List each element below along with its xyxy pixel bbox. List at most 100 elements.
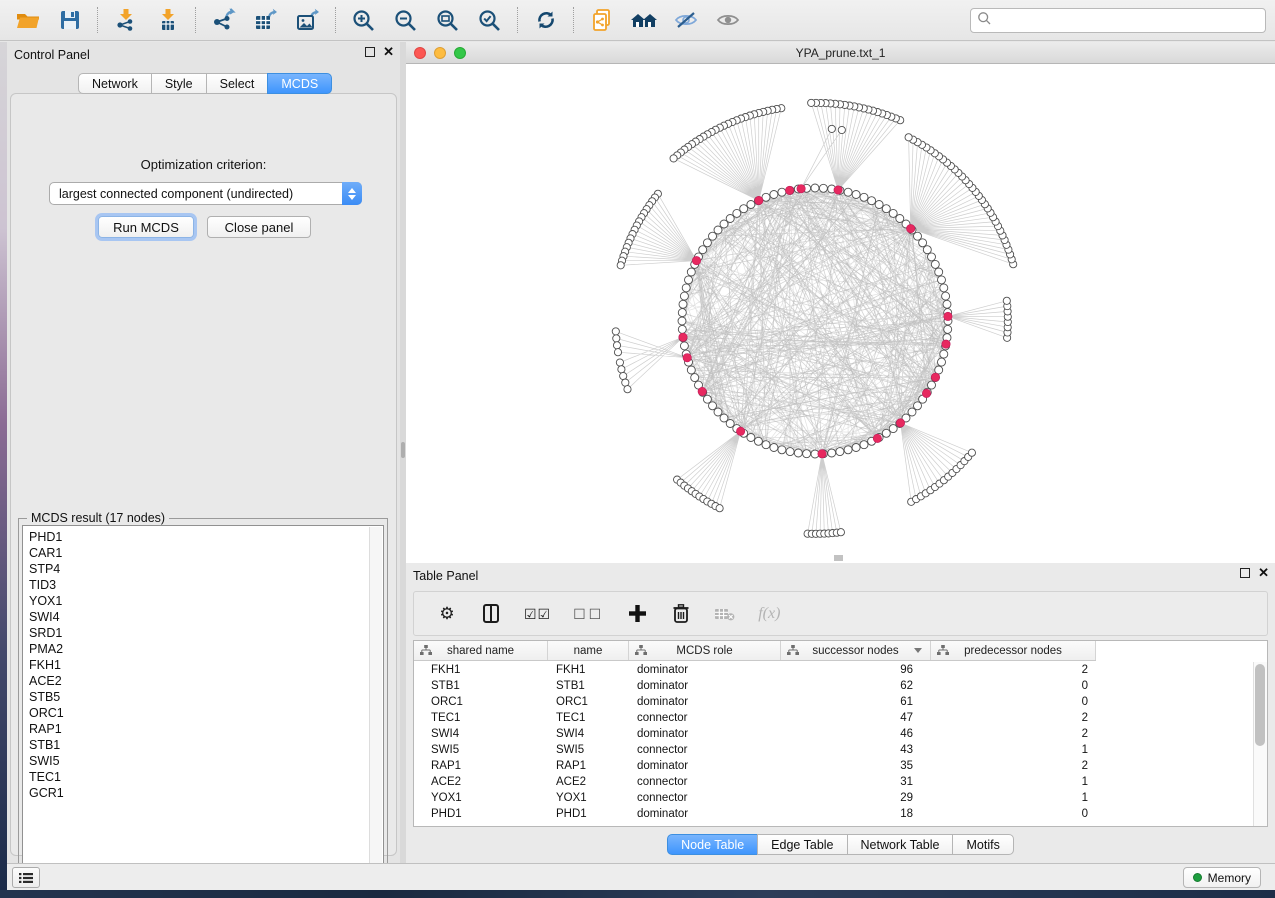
network-node[interactable] bbox=[940, 284, 948, 292]
network-node[interactable] bbox=[942, 292, 950, 300]
tab-mcds[interactable]: MCDS bbox=[267, 73, 332, 94]
mcds-hub-node[interactable] bbox=[834, 186, 842, 194]
table-cell[interactable]: connector bbox=[629, 776, 781, 788]
network-node[interactable] bbox=[836, 448, 844, 456]
show-panels-button[interactable] bbox=[12, 867, 40, 888]
table-cell[interactable]: ACE2 bbox=[548, 776, 629, 788]
table-row[interactable]: ORC1ORC1dominator610 bbox=[414, 694, 1253, 710]
network-node[interactable] bbox=[754, 437, 762, 445]
network-node[interactable] bbox=[882, 429, 890, 437]
open-folder-icon[interactable] bbox=[11, 5, 44, 35]
hide-selected-icon[interactable] bbox=[669, 5, 702, 35]
network-node[interactable] bbox=[819, 184, 827, 192]
first-neighbors-icon[interactable] bbox=[627, 5, 660, 35]
network-node[interactable] bbox=[685, 276, 693, 284]
network-canvas[interactable] bbox=[406, 64, 1275, 563]
network-node[interactable] bbox=[680, 342, 688, 350]
table-cell[interactable]: STB1 bbox=[548, 680, 629, 692]
network-node[interactable] bbox=[614, 349, 621, 356]
table-cell[interactable]: 46 bbox=[781, 728, 931, 740]
mcds-result-item[interactable]: PHD1 bbox=[29, 529, 383, 545]
network-node[interactable] bbox=[794, 449, 802, 457]
tab-edge-table[interactable]: Edge Table bbox=[757, 834, 847, 855]
network-node[interactable] bbox=[923, 246, 931, 254]
save-icon[interactable] bbox=[53, 5, 86, 35]
network-node[interactable] bbox=[935, 268, 943, 276]
table-cell[interactable]: ACE2 bbox=[414, 776, 548, 788]
search-input[interactable] bbox=[992, 14, 1259, 28]
network-node[interactable] bbox=[778, 446, 786, 454]
table-cell[interactable]: RAP1 bbox=[414, 760, 548, 772]
table-cell[interactable]: 0 bbox=[931, 680, 1096, 692]
mcds-result-item[interactable]: SWI4 bbox=[29, 609, 383, 625]
mcds-result-item[interactable]: TEC1 bbox=[29, 769, 383, 785]
table-cell[interactable]: ORC1 bbox=[548, 696, 629, 708]
network-node[interactable] bbox=[868, 197, 876, 205]
network-node[interactable] bbox=[770, 444, 778, 452]
table-cell[interactable]: 31 bbox=[781, 776, 931, 788]
tab-network[interactable]: Network bbox=[78, 73, 152, 94]
mcds-result-item[interactable]: TID3 bbox=[29, 577, 383, 593]
table-row[interactable]: TEC1TEC1connector472 bbox=[414, 710, 1253, 726]
network-node[interactable] bbox=[740, 205, 748, 213]
network-node[interactable] bbox=[678, 325, 686, 333]
tab-motifs[interactable]: Motifs bbox=[952, 834, 1013, 855]
close-panel-button[interactable]: Close panel bbox=[207, 216, 311, 238]
network-node[interactable] bbox=[803, 450, 811, 458]
table-cell[interactable]: 2 bbox=[931, 664, 1096, 676]
mcds-result-item[interactable]: PMA2 bbox=[29, 641, 383, 657]
network-node[interactable] bbox=[670, 155, 677, 162]
network-node[interactable] bbox=[682, 284, 690, 292]
copy-style-icon[interactable] bbox=[585, 5, 618, 35]
table-cell[interactable]: 18 bbox=[781, 808, 931, 820]
mcds-hub-node[interactable] bbox=[873, 434, 881, 442]
network-node[interactable] bbox=[875, 201, 883, 209]
network-node[interactable] bbox=[944, 325, 952, 333]
network-node[interactable] bbox=[811, 184, 819, 192]
export-network-icon[interactable] bbox=[207, 5, 240, 35]
network-node[interactable] bbox=[808, 99, 815, 106]
tab-select[interactable]: Select bbox=[206, 73, 269, 94]
network-node[interactable] bbox=[882, 205, 890, 213]
table-cell[interactable]: 61 bbox=[781, 696, 931, 708]
tab-style[interactable]: Style bbox=[151, 73, 207, 94]
table-row[interactable]: RAP1RAP1dominator352 bbox=[414, 758, 1253, 774]
table-cell[interactable]: PHD1 bbox=[414, 808, 548, 820]
mcds-hub-node[interactable] bbox=[679, 333, 687, 341]
table-cell[interactable]: 96 bbox=[781, 664, 931, 676]
mcds-hub-node[interactable] bbox=[785, 186, 793, 194]
network-node[interactable] bbox=[770, 191, 778, 199]
zoom-fit-icon[interactable] bbox=[431, 5, 464, 35]
table-row[interactable]: YOX1YOX1connector291 bbox=[414, 790, 1253, 806]
close-panel-icon[interactable]: ✕ bbox=[383, 47, 394, 57]
table-cell[interactable]: 43 bbox=[781, 744, 931, 756]
table-row[interactable]: STB1STB1dominator620 bbox=[414, 678, 1253, 694]
mcds-result-item[interactable]: CAR1 bbox=[29, 545, 383, 561]
network-node[interactable] bbox=[852, 191, 860, 199]
column-header-predecessor-nodes[interactable]: predecessor nodes bbox=[931, 641, 1096, 660]
table-cell[interactable]: 62 bbox=[781, 680, 931, 692]
table-cell[interactable]: FKH1 bbox=[548, 664, 629, 676]
tab-node-table[interactable]: Node Table bbox=[667, 834, 758, 855]
mcds-hub-node[interactable] bbox=[922, 389, 930, 397]
table-cell[interactable]: 1 bbox=[931, 744, 1096, 756]
table-cell[interactable]: SWI5 bbox=[414, 744, 548, 756]
export-image-icon[interactable] bbox=[291, 5, 324, 35]
deselect-all-icon[interactable]: ☐☐ bbox=[573, 601, 604, 627]
table-cell[interactable]: dominator bbox=[629, 696, 781, 708]
run-mcds-button[interactable]: Run MCDS bbox=[98, 216, 194, 238]
table-cell[interactable]: connector bbox=[629, 792, 781, 804]
table-cell[interactable]: 2 bbox=[931, 728, 1096, 740]
float-table-panel-icon[interactable] bbox=[1240, 568, 1250, 578]
mcds-list-scrollbar[interactable] bbox=[369, 527, 382, 881]
table-cell[interactable]: dominator bbox=[629, 664, 781, 676]
close-table-panel-icon[interactable]: ✕ bbox=[1258, 568, 1269, 578]
network-node[interactable] bbox=[687, 366, 695, 374]
table-cell[interactable]: connector bbox=[629, 744, 781, 756]
mcds-hub-node[interactable] bbox=[907, 224, 915, 232]
network-node[interactable] bbox=[844, 188, 852, 196]
table-row[interactable]: PHD1PHD1dominator180 bbox=[414, 806, 1253, 822]
mcds-hub-node[interactable] bbox=[683, 354, 691, 362]
network-node[interactable] bbox=[622, 379, 629, 386]
mcds-result-item[interactable]: SRD1 bbox=[29, 625, 383, 641]
